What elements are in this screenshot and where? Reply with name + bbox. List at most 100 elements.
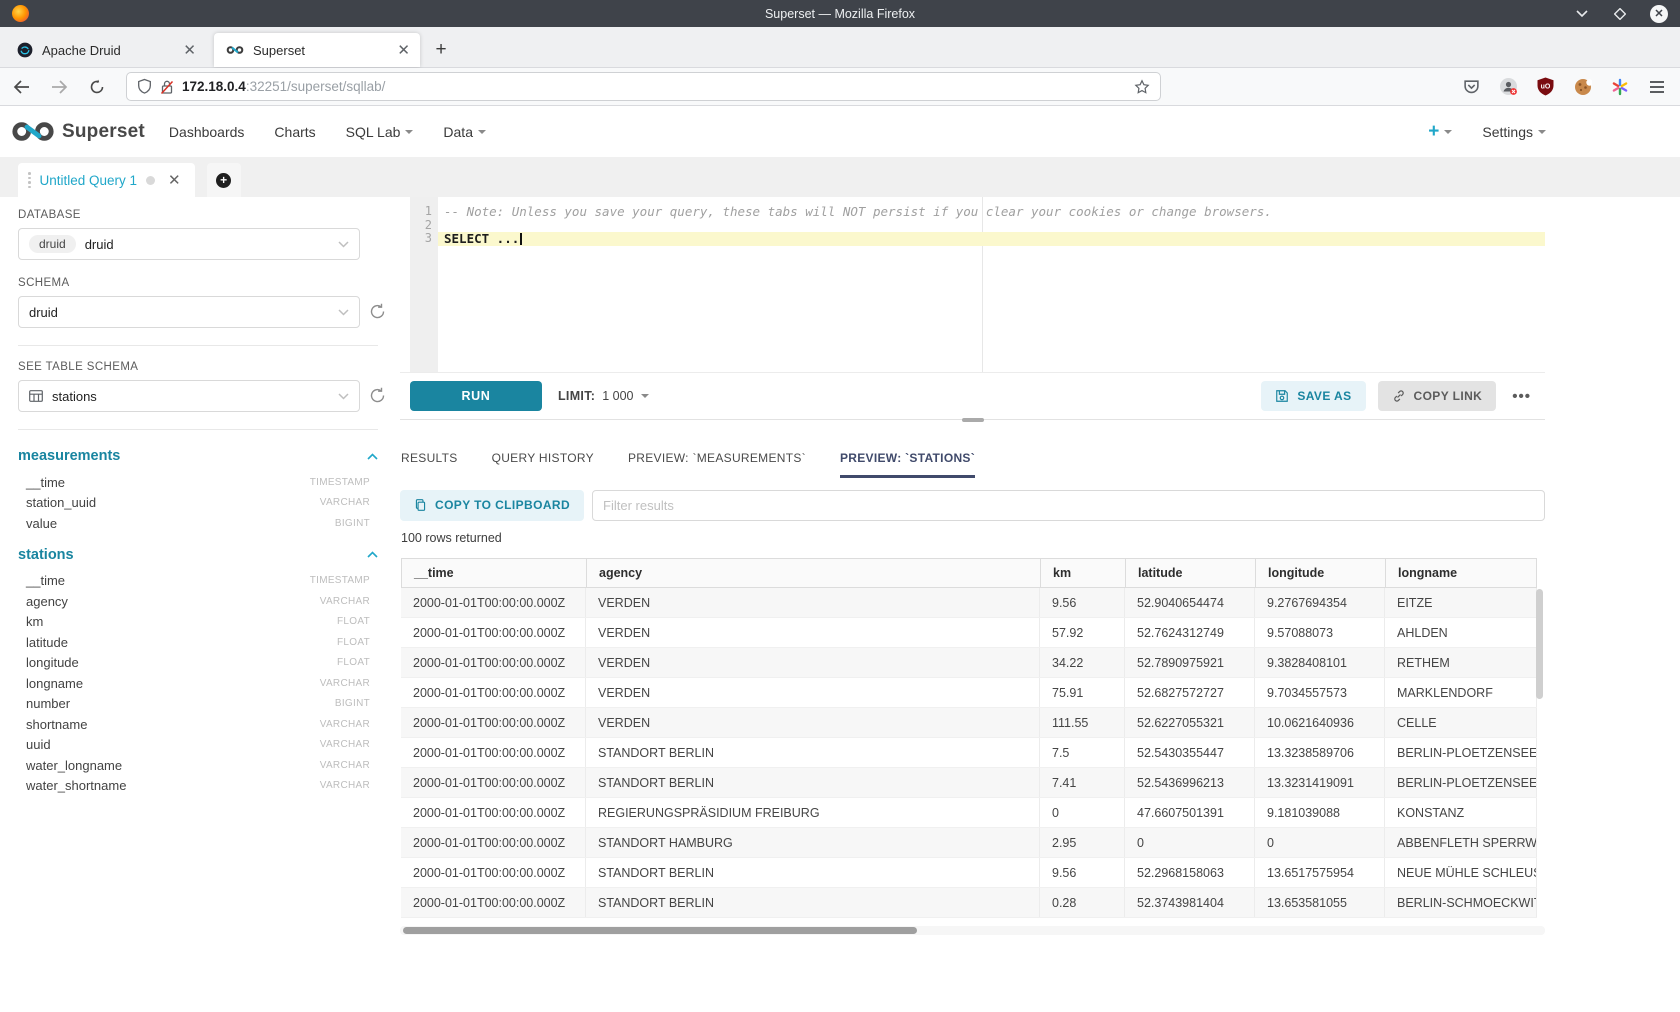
table-row[interactable]: 2000-01-01T00:00:00.000Z VERDEN 34.22 52…	[401, 648, 1537, 678]
insecure-lock-icon[interactable]	[160, 79, 174, 95]
table-name[interactable]: measurements	[18, 448, 120, 464]
table-row[interactable]: 2000-01-01T00:00:00.000Z STANDORT BERLIN…	[401, 738, 1537, 768]
table-select[interactable]: stations	[18, 380, 360, 412]
table-row[interactable]: 2000-01-01T00:00:00.000Z STANDORT BERLIN…	[401, 858, 1537, 888]
drag-handle-icon[interactable]	[28, 172, 31, 188]
url-text[interactable]: 172.18.0.4:32251/superset/sqllab/	[182, 79, 1126, 94]
url-bar[interactable]: 172.18.0.4:32251/superset/sqllab/	[126, 72, 1161, 101]
reload-icon[interactable]	[88, 78, 106, 96]
limit-dropdown[interactable]: LIMIT: 1 000	[558, 389, 649, 403]
filter-results-input[interactable]	[592, 490, 1545, 521]
schema-column-row[interactable]: water_longname VARCHAR	[18, 755, 370, 776]
forward-icon[interactable]	[50, 78, 68, 96]
back-icon[interactable]	[12, 78, 30, 96]
svg-text:uO: uO	[1541, 84, 1551, 91]
table-section-stations[interactable]: stations	[18, 544, 378, 566]
table-horizontal-scrollbar[interactable]	[400, 926, 1545, 935]
table-row[interactable]: 2000-01-01T00:00:00.000Z REGIERUNGSPRÄSI…	[401, 798, 1537, 828]
pocket-icon[interactable]	[1462, 77, 1481, 96]
table-name[interactable]: stations	[18, 547, 74, 563]
window-maximize-icon[interactable]	[1612, 6, 1628, 22]
table-vertical-scrollbar[interactable]	[1536, 589, 1543, 699]
database-select[interactable]: druid druid	[18, 228, 360, 260]
settings-menu[interactable]: Settings	[1482, 124, 1546, 140]
horizontal-scrollbar-thumb[interactable]	[403, 927, 917, 934]
schema-column-row[interactable]: longname VARCHAR	[18, 673, 370, 694]
refresh-tables-icon[interactable]	[369, 387, 386, 404]
chevron-up-icon[interactable]	[367, 453, 378, 460]
schema-column-row[interactable]: station_uuid VARCHAR	[18, 493, 370, 514]
browser-tab-superset[interactable]: Superset ✕	[214, 33, 420, 67]
schema-column-row[interactable]: km FLOAT	[18, 612, 370, 633]
column-header-latitude[interactable]: latitude	[1126, 559, 1256, 587]
column-type: VARCHAR	[320, 719, 370, 730]
editor-line-3[interactable]: SELECT ...	[438, 232, 1545, 246]
tab-query-history[interactable]: QUERY HISTORY	[492, 437, 594, 478]
chevron-up-icon[interactable]	[367, 551, 378, 558]
schema-column-row[interactable]: number BIGINT	[18, 694, 370, 715]
multi-account-containers-icon[interactable]	[1610, 77, 1629, 96]
schema-column-row[interactable]: water_shortname VARCHAR	[18, 776, 370, 797]
nav-sql-lab[interactable]: SQL Lab	[346, 124, 414, 140]
schema-column-row[interactable]: uuid VARCHAR	[18, 735, 370, 756]
cell-time: 2000-01-01T00:00:00.000Z	[401, 588, 586, 617]
copy-to-clipboard-button[interactable]: COPY TO CLIPBOARD	[400, 490, 584, 521]
add-new-button[interactable]: +	[1428, 121, 1452, 143]
schema-column-row[interactable]: shortname VARCHAR	[18, 714, 370, 735]
browser-tab-apache-druid[interactable]: Apache Druid ✕	[5, 33, 206, 67]
sql-editor[interactable]: 1 2 3 -- Note: Unless you save your quer…	[400, 197, 1545, 372]
query-tab-close-icon[interactable]: ✕	[168, 171, 181, 189]
nav-dashboards[interactable]: Dashboards	[169, 124, 245, 140]
cell-longitude: 9.57088073	[1255, 618, 1385, 647]
editor-line-2[interactable]	[438, 219, 1545, 233]
shield-icon[interactable]	[137, 78, 152, 95]
save-as-button[interactable]: SAVE AS	[1261, 381, 1365, 411]
table-row[interactable]: 2000-01-01T00:00:00.000Z VERDEN 111.55 5…	[401, 708, 1537, 738]
query-tab-untitled[interactable]: Untitled Query 1 ✕	[18, 163, 195, 197]
add-query-tab-button[interactable]: +	[207, 163, 241, 197]
table-row[interactable]: 2000-01-01T00:00:00.000Z VERDEN 9.56 52.…	[401, 588, 1537, 618]
sqllab-main: 1 2 3 -- Note: Unless you save your quer…	[400, 197, 1545, 1012]
menu-icon[interactable]	[1647, 77, 1666, 96]
copy-link-button[interactable]: COPY LINK	[1378, 381, 1497, 411]
new-tab-button[interactable]: +	[426, 35, 456, 65]
schema-column-row[interactable]: agency VARCHAR	[18, 591, 370, 612]
tab-close-icon[interactable]: ✕	[397, 43, 410, 58]
bookmark-star-icon[interactable]	[1134, 79, 1150, 95]
table-row[interactable]: 2000-01-01T00:00:00.000Z VERDEN 75.91 52…	[401, 678, 1537, 708]
table-section-measurements[interactable]: measurements	[18, 445, 378, 467]
pane-resize-handle[interactable]	[962, 418, 984, 422]
tab-close-icon[interactable]: ✕	[183, 43, 196, 58]
cookie-icon[interactable]	[1573, 77, 1592, 96]
schema-column-row[interactable]: latitude FLOAT	[18, 632, 370, 653]
nav-data[interactable]: Data	[443, 124, 486, 140]
column-header-longname[interactable]: longname	[1386, 559, 1536, 587]
schema-column-row[interactable]: __time TIMESTAMP	[18, 472, 370, 493]
nav-charts[interactable]: Charts	[274, 124, 315, 140]
schema-column-row[interactable]: value BIGINT	[18, 513, 370, 534]
chevron-down-icon	[405, 130, 413, 134]
table-row[interactable]: 2000-01-01T00:00:00.000Z VERDEN 57.92 52…	[401, 618, 1537, 648]
editor-line-1[interactable]: -- Note: Unless you save your query, the…	[438, 205, 1545, 219]
tab-results[interactable]: RESULTS	[401, 437, 458, 478]
tab-preview-stations[interactable]: PREVIEW: `STATIONS`	[840, 437, 975, 478]
window-minimize-icon[interactable]	[1574, 6, 1590, 22]
table-row[interactable]: 2000-01-01T00:00:00.000Z STANDORT HAMBUR…	[401, 828, 1537, 858]
column-header-longitude[interactable]: longitude	[1256, 559, 1386, 587]
table-row[interactable]: 2000-01-01T00:00:00.000Z STANDORT BERLIN…	[401, 768, 1537, 798]
run-button[interactable]: RUN	[410, 381, 542, 411]
schema-column-row[interactable]: __time TIMESTAMP	[18, 571, 370, 592]
tab-preview-measurements[interactable]: PREVIEW: `MEASUREMENTS`	[628, 437, 806, 478]
column-header-time[interactable]: __time	[402, 559, 587, 587]
schema-select[interactable]: druid	[18, 296, 360, 328]
extension-account-icon[interactable]	[1499, 77, 1518, 96]
more-actions-button[interactable]: •••	[1508, 388, 1535, 405]
superset-logo[interactable]: Superset	[12, 121, 145, 143]
refresh-schema-icon[interactable]	[369, 303, 386, 320]
schema-column-row[interactable]: longitude FLOAT	[18, 653, 370, 674]
window-close-icon[interactable]: ✕	[1650, 5, 1668, 23]
table-row[interactable]: 2000-01-01T00:00:00.000Z STANDORT BERLIN…	[401, 888, 1537, 918]
ublock-icon[interactable]: uO	[1536, 77, 1555, 96]
column-header-agency[interactable]: agency	[587, 559, 1041, 587]
column-header-km[interactable]: km	[1041, 559, 1126, 587]
